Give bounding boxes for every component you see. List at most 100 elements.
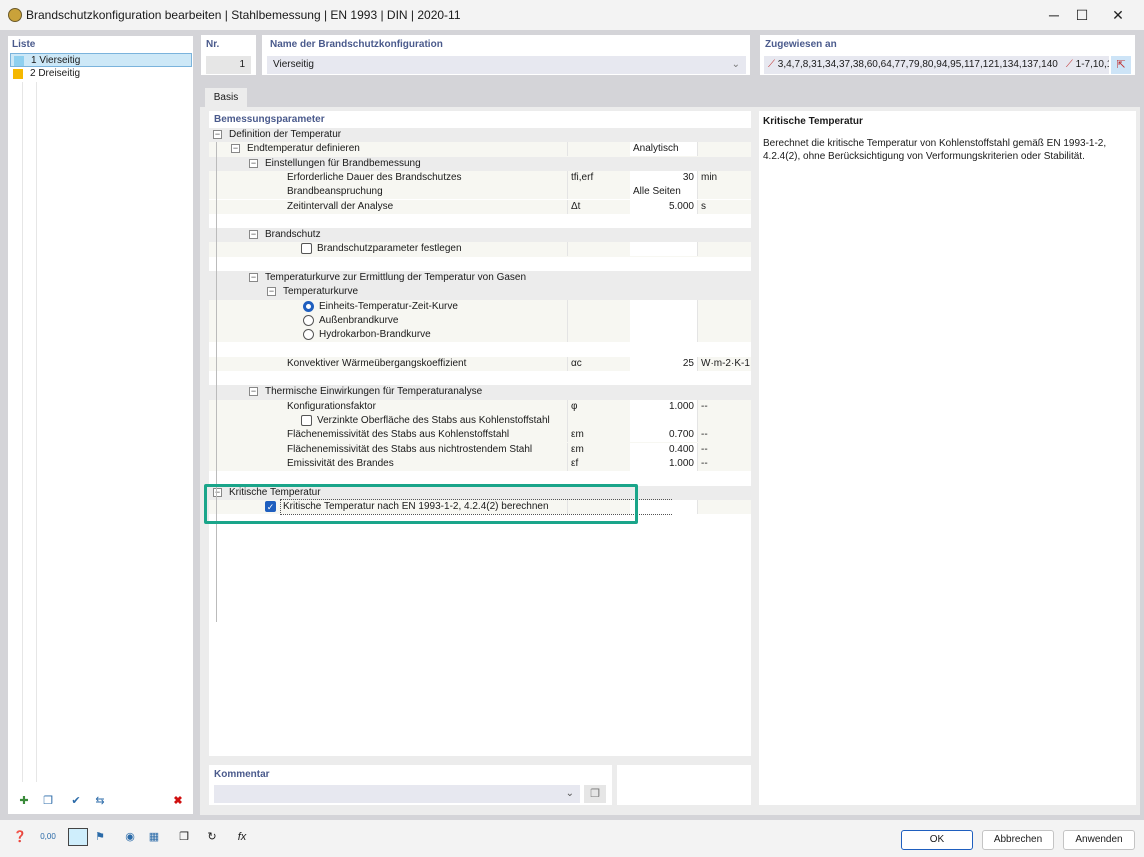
radio-button[interactable] — [303, 300, 314, 312]
radio-button[interactable] — [303, 314, 314, 326]
value-field[interactable]: 0.700 — [630, 428, 697, 443]
value-field[interactable]: 0.400 — [630, 442, 697, 457]
tree-row[interactable]: − Endtemperatur definieren Analytisch — [209, 142, 751, 157]
close-button[interactable]: ✕ — [1104, 4, 1132, 26]
check-all-icon[interactable]: ✔ — [66, 792, 86, 810]
color-swatch — [14, 56, 24, 66]
value-field[interactable] — [630, 242, 697, 257]
value-field[interactable] — [630, 414, 697, 428]
value-field[interactable] — [630, 313, 697, 328]
list-panel: Liste 1 Vierseitig 2 Dreiseitig ✚ ❐ ✔ ⇆ ✖ — [8, 36, 193, 814]
delete-icon[interactable]: ✖ — [168, 792, 188, 810]
params-header: Bemessungsparameter — [209, 111, 751, 128]
tree-row[interactable]: Konvektiver Wärmeübergangskoeffizient αc 2… — [209, 356, 751, 372]
tree-row[interactable]: − Definition der Temperatur — [209, 128, 751, 143]
collapse-icon[interactable]: − — [249, 230, 258, 240]
units-icon[interactable]: 0,00 — [38, 828, 58, 846]
tree-row[interactable]: Hydrokarbon-Brandkurve — [209, 328, 751, 343]
value-field[interactable]: Analytisch — [630, 142, 697, 157]
collapse-icon[interactable]: − — [231, 144, 240, 154]
tree-row[interactable]: Einheits-Temperatur-Zeit-Kurve — [209, 299, 751, 314]
collapse-icon[interactable]: − — [249, 158, 258, 168]
comment-aux-panel — [617, 765, 751, 805]
checkbox[interactable] — [301, 243, 312, 255]
tab-basis[interactable]: Basis — [205, 88, 247, 108]
radio-button[interactable] — [303, 329, 314, 341]
collapse-icon[interactable]: − — [267, 287, 276, 297]
list-item[interactable]: 1 Vierseitig — [10, 53, 192, 67]
value-field[interactable]: 30 — [630, 170, 697, 185]
params-tree: − Definition der Temperatur − Endtemperatur… — [209, 128, 751, 756]
new-item-icon[interactable]: ✚ — [14, 792, 34, 810]
comment-input[interactable]: ⌄ — [214, 785, 580, 803]
value-field[interactable]: 1.000 — [630, 456, 697, 471]
tree-row[interactable]: − Thermische Einwirkungen für Temperatura… — [209, 385, 751, 400]
structure-icon[interactable]: ▦ — [144, 828, 164, 846]
collapse-icon[interactable]: − — [249, 387, 258, 397]
cancel-button[interactable]: Abbrechen — [982, 830, 1054, 850]
value-field[interactable] — [630, 499, 697, 514]
unit — [697, 499, 751, 514]
copy-item-icon[interactable]: ❐ — [38, 792, 58, 810]
assigned-panel: Zugewiesen an ⟋ 3,4,7,8,31,34,37,38,60,6… — [760, 35, 1135, 75]
tree-row[interactable]: − Temperaturkurve — [209, 285, 751, 300]
tree-row[interactable]: Brandschutzparameter festlegen — [209, 242, 751, 257]
row-label: Flächenemissivität des Stabs aus Kohlens… — [287, 429, 510, 441]
view-icon[interactable]: ◉ — [120, 828, 140, 846]
tree-row[interactable]: Verzinkte Oberfläche des Stabs aus Kohle… — [209, 414, 751, 429]
tree-row[interactable]: − Einstellungen für Brandbemessung — [209, 156, 751, 171]
tree-row[interactable]: Emissivität des Brandes εf 1.000 -- — [209, 456, 751, 472]
formula-icon[interactable]: fx — [232, 828, 252, 846]
value-field[interactable]: 5.000 — [630, 199, 697, 214]
comment-library-icon[interactable]: ❐ — [584, 785, 606, 803]
symbol — [567, 185, 629, 200]
tree-row[interactable]: Flächenemissivität des Stabs aus Kohlens… — [209, 428, 751, 443]
spacer-row — [209, 214, 751, 228]
reset-icon[interactable]: ↻ — [202, 828, 222, 846]
name-value: Vierseitig — [273, 59, 314, 70]
app-icon — [8, 8, 22, 22]
symbol: εf — [567, 456, 629, 471]
spacer-row — [209, 257, 751, 271]
tree-row[interactable]: Konfigurationsfaktor φ 1.000 -- — [209, 399, 751, 414]
copy-icon[interactable]: ❐ — [174, 828, 194, 846]
select-pick-icon[interactable]: ⇱ — [1111, 56, 1131, 74]
uncheck-icon[interactable]: ⇆ — [90, 792, 110, 810]
tree-row[interactable]: Zeitintervall der Analyse Δt 5.000 s — [209, 199, 751, 214]
unit: -- — [697, 428, 751, 443]
value-field[interactable] — [630, 328, 697, 343]
minimize-button[interactable]: ─ — [1040, 4, 1068, 26]
help-icon[interactable]: ❓ — [10, 828, 30, 846]
tree-row[interactable]: Erforderliche Dauer des Brandschutzes tfi… — [209, 170, 751, 186]
member-icon: ⟋ — [768, 59, 778, 70]
color-icon[interactable] — [68, 828, 88, 846]
unit — [697, 414, 751, 428]
value-field[interactable] — [630, 299, 697, 314]
unit — [697, 142, 751, 157]
tree-row[interactable]: Außenbrandkurve — [209, 313, 751, 329]
list-item[interactable]: 2 Dreiseitig — [10, 67, 192, 81]
value-field[interactable]: 1.000 — [630, 399, 697, 414]
apply-button[interactable]: Anwenden — [1063, 830, 1135, 850]
tree-row[interactable]: Brandbeanspruchung Alle Seiten — [209, 185, 751, 200]
footer: ❓ 0,00 ⚑ ◉ ▦ ❐ ↻ fx OK Abbrechen Anwende… — [0, 820, 1144, 857]
row-label: Brandschutzparameter festlegen — [317, 243, 462, 255]
comment-panel: Kommentar ⌄ ❐ — [209, 765, 612, 805]
value-field[interactable]: 25 — [630, 356, 697, 371]
checkbox[interactable] — [301, 415, 312, 426]
collapse-icon[interactable]: − — [249, 273, 258, 282]
maximize-button[interactable]: ☐ — [1068, 4, 1096, 26]
tree-row[interactable]: − Temperaturkurve zur Ermittlung der Temp… — [209, 271, 751, 286]
assigned-field[interactable]: ⟋ 3,4,7,8,31,34,37,38,60,64,77,79,80,94,… — [764, 56, 1109, 74]
tree-row[interactable]: Flächenemissivität des Stabs aus nichtro… — [209, 442, 751, 457]
value-field[interactable]: Alle Seiten — [630, 185, 697, 200]
ok-button[interactable]: OK — [901, 830, 973, 850]
unit: min — [697, 170, 751, 185]
nr-field: 1 — [206, 56, 251, 74]
collapse-icon[interactable]: − — [213, 130, 222, 139]
model-icon[interactable]: ⚑ — [90, 828, 110, 846]
tree-row[interactable]: − Brandschutz — [209, 228, 751, 243]
name-dropdown[interactable]: Vierseitig ⌄ — [267, 56, 746, 74]
window-title: Brandschutzkonfiguration bearbeiten | St… — [26, 8, 461, 22]
symbol — [567, 142, 629, 157]
